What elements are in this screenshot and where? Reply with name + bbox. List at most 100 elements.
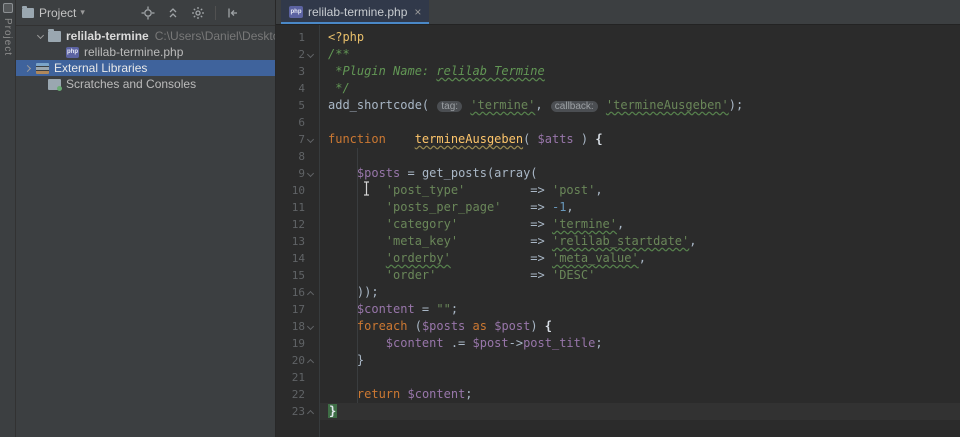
parameter-hint: callback: — [550, 101, 598, 112]
project-view-selector[interactable]: Project — [39, 6, 76, 20]
gutter-line[interactable]: 15 — [276, 267, 319, 284]
code-line[interactable]: $posts = get_posts(array( — [328, 165, 960, 182]
gutter-line[interactable]: 13 — [276, 233, 319, 250]
gutter-line[interactable]: 18 — [276, 318, 319, 335]
code-line[interactable]: )); — [328, 284, 960, 301]
code-line[interactable]: add_shortcode( tag: 'termine', callback:… — [328, 97, 960, 114]
code-line[interactable]: $content = ""; — [328, 301, 960, 318]
code-token: <?php — [328, 30, 365, 44]
code-line[interactable]: 'post_type' => 'post', — [328, 182, 960, 199]
gutter-line[interactable]: 8 — [276, 148, 319, 165]
tree-item-scratches[interactable]: Scratches and Consoles — [16, 76, 275, 92]
code-line[interactable]: 'order' => 'DESC' — [328, 267, 960, 284]
code-line[interactable]: } — [320, 403, 960, 420]
fold-down-icon[interactable] — [305, 322, 317, 332]
code-token: "" — [436, 302, 451, 316]
code-token: *Plugin Name: — [328, 64, 437, 78]
gutter-line[interactable]: 7 — [276, 131, 319, 148]
settings-button[interactable] — [190, 5, 206, 21]
tree-item-external-libraries[interactable]: External Libraries — [16, 60, 275, 76]
code-line[interactable]: /** — [328, 46, 960, 63]
code-token: => — [458, 234, 552, 248]
code-token: 'meta_value' — [551, 251, 639, 265]
gutter-line[interactable]: 10 — [276, 182, 319, 199]
code-line[interactable]: } — [328, 352, 960, 369]
chevron-down-icon[interactable] — [36, 32, 44, 40]
code-line[interactable]: <?php — [328, 29, 960, 46]
editor-gutter[interactable]: 1 2 3 4 5 6 7 8 9 10 11 12 13 14 15 16 17 18 19 20 21 22 23 — [276, 25, 320, 437]
fold-down-icon[interactable] — [305, 135, 317, 145]
code-line[interactable]: $content .= $post->post_title; — [328, 335, 960, 352]
code-token: 'post' — [551, 183, 596, 197]
fold-down-icon[interactable] — [305, 169, 317, 179]
fold-down-icon[interactable] — [305, 50, 317, 60]
code-line[interactable]: 'meta_key' => 'relilab_startdate', — [328, 233, 960, 250]
collapse-all-button[interactable] — [165, 5, 181, 21]
code-token: , — [566, 200, 574, 214]
gutter-line[interactable]: 22 — [276, 386, 319, 403]
line-number: 5 — [298, 99, 305, 112]
gutter-line[interactable]: 1 — [276, 29, 319, 46]
gutter-line[interactable]: 19 — [276, 335, 319, 352]
gutter-line[interactable]: 20 — [276, 352, 319, 369]
line-number: 14 — [291, 252, 305, 265]
line-number: 4 — [298, 82, 305, 95]
gutter-line[interactable]: 21 — [276, 369, 319, 386]
code-line[interactable]: return $content; — [328, 386, 960, 403]
code-line[interactable]: 'posts_per_page' => -1, — [328, 199, 960, 216]
code-line[interactable]: *Plugin Name: relilab Termine — [328, 63, 960, 80]
code-token: { — [544, 319, 553, 333]
code-token: 'category' — [385, 217, 459, 231]
tree-libraries-label: External Libraries — [54, 61, 148, 75]
gutter-line[interactable]: 17 — [276, 301, 319, 318]
gutter-line[interactable]: 6 — [276, 114, 319, 131]
collapse-all-icon — [169, 7, 177, 17]
code-line[interactable]: */ — [328, 80, 960, 97]
gutter-line[interactable]: 16 — [276, 284, 319, 301]
tree-item-relilab-termine-php[interactable]: php relilab-termine.php — [16, 44, 275, 60]
chevron-down-icon[interactable]: ▾ — [80, 7, 85, 18]
tab-relilab-termine-php[interactable]: php relilab-termine.php × — [281, 0, 430, 24]
code-line[interactable]: 'category' => 'termine', — [328, 216, 960, 233]
code-line[interactable]: function termineAusgeben( $atts ) { — [328, 131, 960, 148]
gutter-line[interactable]: 23 — [276, 403, 319, 420]
hide-panel-button[interactable] — [225, 5, 241, 21]
gutter-line[interactable]: 12 — [276, 216, 319, 233]
code-line[interactable] — [328, 369, 960, 386]
gutter-line[interactable]: 4 — [276, 80, 319, 97]
code-line[interactable] — [328, 114, 960, 131]
editor-body: 1 2 3 4 5 6 7 8 9 10 11 12 13 14 15 16 17 18 19 20 21 22 23 <?… — [276, 25, 960, 437]
code-line[interactable] — [328, 148, 960, 165]
gutter-line[interactable]: 2 — [276, 46, 319, 63]
gutter-line[interactable]: 5 — [276, 97, 319, 114]
chevron-right-icon[interactable] — [24, 64, 32, 72]
gutter-line[interactable]: 3 — [276, 63, 319, 80]
tab-close-icon[interactable]: × — [414, 5, 421, 19]
gutter-line[interactable]: 11 — [276, 199, 319, 216]
fold-up-icon[interactable] — [305, 407, 317, 417]
code-token: = — [414, 302, 437, 316]
fold-up-icon[interactable] — [305, 288, 317, 298]
gutter-line[interactable]: 9 — [276, 165, 319, 182]
editor-code[interactable]: <?php /** *Plugin Name: relilab Termine *… — [320, 25, 960, 437]
code-token: , — [595, 183, 603, 197]
gutter-line[interactable]: 14 — [276, 250, 319, 267]
locate-file-button[interactable] — [140, 5, 156, 21]
activity-bar-project-label[interactable]: Project — [2, 18, 13, 56]
fold-up-icon[interactable] — [305, 356, 317, 366]
code-line[interactable]: 'orderby' => 'meta_value', — [328, 250, 960, 267]
editor-tabs: php relilab-termine.php × — [276, 0, 960, 25]
code-token: 'relilab_startdate' — [551, 234, 690, 248]
tree-item-project-root[interactable]: relilab-termine C:\Users\Daniel\Desktop\… — [16, 28, 275, 44]
code-token: ) — [573, 132, 596, 146]
code-line[interactable]: foreach ($posts as $post) { — [328, 318, 960, 335]
line-number: 7 — [298, 133, 305, 146]
tool-window-icon[interactable] — [2, 3, 13, 13]
code-token: ( — [523, 132, 538, 146]
code-token: ; — [595, 336, 603, 350]
